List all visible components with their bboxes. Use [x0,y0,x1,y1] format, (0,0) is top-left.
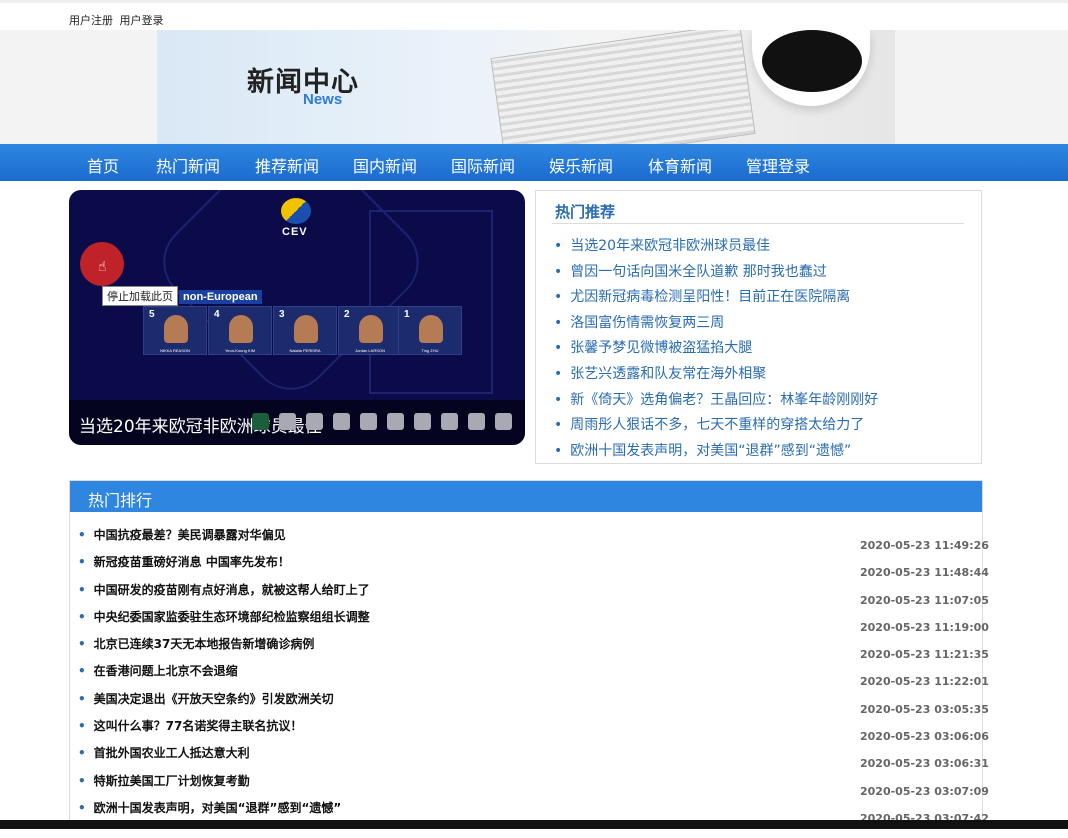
nav-admin-login[interactable]: 管理登录 [746,153,810,177]
hot-recommend-panel: 热门推荐 当选20年来欧冠非欧洲球员最佳 曾因一句话向国米全队道歉 那时我也蠢过… [535,190,982,464]
carousel-dot[interactable] [387,413,404,430]
coffee-illustration [762,30,862,92]
hot-recommend-item[interactable]: 当选20年来欧冠非欧洲球员最佳 [554,235,878,261]
player-photo [164,315,188,343]
player-rank: 3 [279,309,285,320]
carousel-dot[interactable] [252,413,269,430]
rank-item-time: 2020-05-23 11:21:35 [860,648,989,662]
top-bar: 用户注册 用户登录 [0,0,1068,30]
carousel-dot[interactable] [414,413,431,430]
rank-item-time: 2020-05-23 03:06:31 [860,757,989,771]
nav-recommended-news[interactable]: 推荐新闻 [255,153,319,177]
hot-recommend-title: 热门推荐 [555,203,616,221]
hot-recommend-list: 当选20年来欧冠非欧洲球员最佳 曾因一句话向国米全队道歉 那时我也蠢过 尤因新冠… [554,235,878,465]
carousel-dot[interactable] [306,413,323,430]
rank-item-time: 2020-05-23 03:07:09 [860,784,989,798]
rank-item-time: 2020-05-23 11:49:26 [860,539,989,552]
carousel-dot[interactable] [333,413,350,430]
stop-loading-tooltip: 停止加载此页 [102,286,178,306]
slide-label: non-European [179,290,262,304]
rank-item[interactable]: 这叫什么事？77名诺奖得主联名抗议！ [78,718,370,745]
hot-recommend-item[interactable]: 新《倚天》选角偏老？王晶回应：林峯年龄刚刚好 [554,389,878,415]
rank-item[interactable]: 在香港问题上北京不会退缩 [78,663,370,690]
player-rank: 4 [214,309,220,320]
rank-item-time: 2020-05-23 11:07:05 [860,593,989,607]
rank-item-time: 2020-05-23 03:06:06 [860,730,989,744]
player-photo [229,315,253,343]
player-photo [294,315,318,343]
hot-recommend-item[interactable]: 张艺兴透露和队友常在海外相聚 [554,363,878,389]
player-rank: 2 [344,309,350,320]
rank-item[interactable]: 新冠疫苗重磅好消息 中国率先发布！ [78,554,370,581]
rank-item[interactable]: 美国决定退出《开放天空条约》引发欧洲关切 [78,691,370,718]
login-link[interactable]: 用户登录 [120,14,164,27]
player-rank: 1 [404,309,410,320]
hot-rank-times: 2020-05-23 11:49:26 2020-05-23 11:48:44 … [860,538,989,838]
nav-sports-news[interactable]: 体育新闻 [648,153,712,177]
player-name: NIKKA REASON [160,348,190,353]
nav-home[interactable]: 首页 [87,153,119,177]
screen-bottom-edge [0,820,1068,829]
hot-recommend-item[interactable]: 张馨予梦见微博被盗猛掐大腿 [554,337,878,363]
cev-logo-text: CEV [282,226,308,238]
player-card: 5 NIKKA REASON [143,306,207,355]
news-carousel[interactable]: CEV ☝ 停止加载此页 non-European 5 NIKKA REASON… [69,190,525,445]
carousel-dot[interactable] [441,413,458,430]
hot-rank-panel: 热门排行 中国抗疫最差？美民调暴露对华偏见 新冠疫苗重磅好消息 中国率先发布！ … [69,480,989,829]
hot-recommend-item[interactable]: 曾因一句话向国米全队道歉 那时我也蠢过 [554,261,878,287]
hot-recommend-item[interactable]: 周雨彤人狠话不多，七天不重样的穿搭太给力了 [554,414,878,440]
hot-recommend-item[interactable]: 尤因新冠病毒检测呈阳性！目前正在医院隔离 [554,286,878,312]
rank-item-time: 2020-05-23 11:48:44 [860,566,989,580]
player-name: Ting ZHU [421,348,439,353]
rank-item-time: 2020-05-23 11:22:01 [860,675,989,689]
player-card: 1 Ting ZHU [398,306,462,355]
rank-item[interactable]: 北京已连续37天无本地报告新增确诊病例 [78,636,370,663]
hot-rank-title: 热门排行 [88,491,153,510]
carousel-dot[interactable] [495,413,512,430]
site-subtitle: News [303,91,343,108]
player-name: Natalia PEREIRA [289,348,321,353]
player-photo [359,315,383,343]
carousel-dot[interactable] [468,413,485,430]
nav-entertainment-news[interactable]: 娱乐新闻 [549,153,613,177]
nav-hot-news[interactable]: 热门新闻 [156,153,220,177]
cev-logo-icon [281,198,311,224]
player-photo [419,315,443,343]
player-name: Jordan LARSON [355,348,385,353]
player-rank: 5 [149,309,155,320]
site-banner: 新闻中心 News [0,30,1068,144]
user-links: 用户注册 用户登录 [69,12,167,28]
hot-rank-header: 热门排行 [70,481,982,512]
register-link[interactable]: 用户注册 [69,14,113,27]
rank-item[interactable]: 特斯拉美国工厂计划恢复考勤 [78,773,370,800]
player-card: 4 Yeon-Koung KIM [208,306,272,355]
rank-item[interactable]: 中央纪委国家监委驻生态环境部纪检监察组组长调整 [78,609,370,636]
hot-rank-list: 中国抗疫最差？美民调暴露对华偏见 新冠疫苗重磅好消息 中国率先发布！ 中国研发的… [78,527,370,827]
player-card: 2 Jordan LARSON [338,306,402,355]
nav-domestic-news[interactable]: 国内新闻 [353,153,417,177]
nav-international-news[interactable]: 国际新闻 [451,153,515,177]
main-nav: 首页 热门新闻 推荐新闻 国内新闻 国际新闻 娱乐新闻 体育新闻 管理登录 [0,144,1068,181]
hot-recommend-item[interactable]: 欧洲十国发表声明，对美国“退群”感到“遗憾” [554,440,878,466]
rank-item[interactable]: 中国研发的疫苗刚有点好消息，就被这帮人给盯上了 [78,582,370,609]
rank-item-time: 2020-05-23 03:05:35 [860,702,989,716]
background-shape [369,210,493,394]
carousel-dot[interactable] [360,413,377,430]
banner-image: 新闻中心 News [157,30,895,144]
hand-cursor-icon: ☝ [98,259,107,275]
rank-item-time: 2020-05-23 11:19:00 [860,620,989,634]
player-card: 3 Natalia PEREIRA [273,306,337,355]
carousel-dot[interactable] [279,413,296,430]
player-name: Yeon-Koung KIM [224,348,256,353]
divider [552,223,964,224]
rank-item[interactable]: 中国抗疫最差？美民调暴露对华偏见 [78,527,370,554]
rank-item[interactable]: 首批外国农业工人抵达意大利 [78,745,370,772]
hot-recommend-item[interactable]: 洛国富伤情需恢复两三周 [554,312,878,338]
newspaper-illustration [490,30,756,144]
